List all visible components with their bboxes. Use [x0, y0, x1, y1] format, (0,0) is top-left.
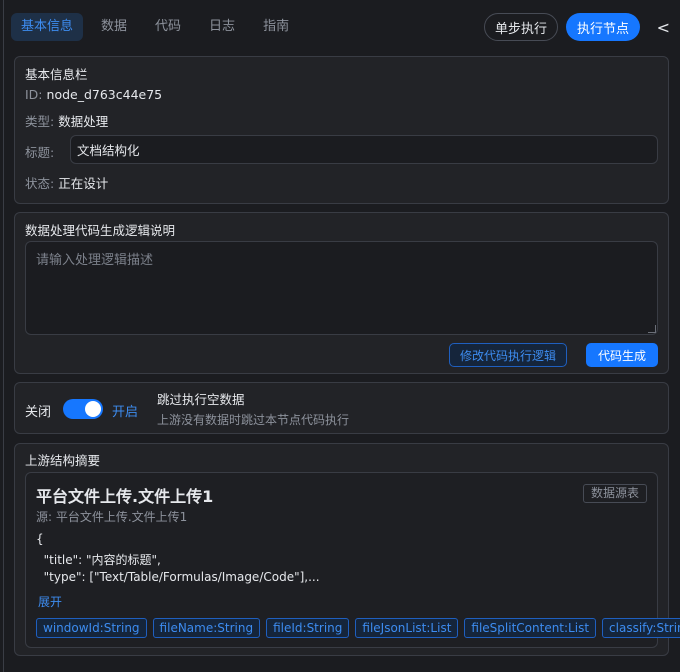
- json-line: "title": "内容的标题",: [36, 553, 161, 567]
- id-value: node_d763c44e75: [46, 87, 163, 102]
- field-tag: classify:String: [602, 618, 680, 638]
- status-value: 正在设计: [58, 176, 109, 191]
- status-row: 状态: 正在设计: [25, 173, 108, 192]
- switch-on-label: 开启: [112, 405, 139, 420]
- skip-empty-panel: 关闭 开启 跳过执行空数据 上游没有数据时跳过本节点代码执行: [14, 382, 669, 434]
- collapse-chevron-icon[interactable]: <: [648, 18, 670, 37]
- tab-guide[interactable]: 指南: [253, 13, 299, 41]
- json-line: {: [36, 532, 44, 546]
- tab-basic-info[interactable]: 基本信息: [11, 13, 84, 41]
- skip-title: 跳过执行空数据: [157, 392, 245, 407]
- logic-title: 数据处理代码生成逻辑说明: [25, 223, 176, 238]
- run-node-button[interactable]: 执行节点: [565, 13, 640, 41]
- skip-description: 上游没有数据时跳过本节点代码执行: [157, 413, 350, 427]
- field-tag: fileSplitContent:List: [464, 618, 597, 638]
- upstream-name: 平台文件上传.文件上传1: [36, 487, 214, 506]
- field-tag: fileJsonList:List: [355, 618, 459, 638]
- field-tag: fileName:String: [152, 618, 261, 638]
- basic-info-title: 基本信息栏: [25, 67, 88, 82]
- header-actions: 单步执行 执行节点 <: [483, 13, 670, 41]
- resize-grip-icon[interactable]: [648, 325, 656, 333]
- generate-code-button[interactable]: 代码生成: [585, 343, 658, 367]
- switch-knob: [85, 401, 101, 417]
- modify-logic-button[interactable]: 修改代码执行逻辑: [448, 343, 567, 367]
- status-label: 状态:: [25, 176, 55, 191]
- type-row: 类型: 数据处理: [25, 111, 108, 130]
- tab-log[interactable]: 日志: [199, 13, 245, 41]
- skip-toggle-switch[interactable]: [63, 399, 103, 419]
- id-row: ID: node_d763c44e75: [25, 87, 162, 102]
- left-divider: [3, 0, 4, 672]
- field-tag: fileId:String: [266, 618, 350, 638]
- title-row-label: 标题:: [25, 142, 54, 161]
- field-tags: windowId:String fileName:String fileId:S…: [36, 618, 680, 638]
- logic-textarea[interactable]: [25, 241, 658, 335]
- type-value: 数据处理: [58, 114, 109, 129]
- switch-off-label: 关闭: [25, 405, 52, 420]
- upstream-title: 上游结构摘要: [25, 453, 101, 468]
- json-line: "type": ["Text/Table/Formulas/Image/Code…: [36, 570, 320, 584]
- data-source-badge: 数据源表: [582, 484, 647, 503]
- upstream-source: 源: 平台文件上传.文件上传1: [36, 510, 188, 524]
- header-bar: 基本信息 数据 代码 日志 指南 单步执行 执行节点 <: [11, 11, 670, 43]
- basic-info-panel: 基本信息栏 ID: node_d763c44e75 类型: 数据处理 标题: 状…: [14, 56, 669, 204]
- id-label: ID:: [25, 87, 43, 102]
- step-run-button[interactable]: 单步执行: [483, 13, 558, 41]
- expand-link[interactable]: 展开: [38, 593, 62, 610]
- upstream-panel: 上游结构摘要 平台文件上传.文件上传1 数据源表 源: 平台文件上传.文件上传1…: [14, 443, 680, 656]
- title-label: 标题:: [25, 145, 55, 160]
- title-input[interactable]: [70, 135, 658, 164]
- upstream-card: 平台文件上传.文件上传1 数据源表 源: 平台文件上传.文件上传1 { "tit…: [25, 472, 680, 648]
- tab-code[interactable]: 代码: [145, 13, 191, 41]
- tab-data[interactable]: 数据: [91, 13, 137, 41]
- logic-panel: 数据处理代码生成逻辑说明 修改代码执行逻辑 代码生成: [14, 212, 669, 374]
- field-tag: windowId:String: [36, 618, 147, 638]
- type-label: 类型:: [25, 114, 55, 129]
